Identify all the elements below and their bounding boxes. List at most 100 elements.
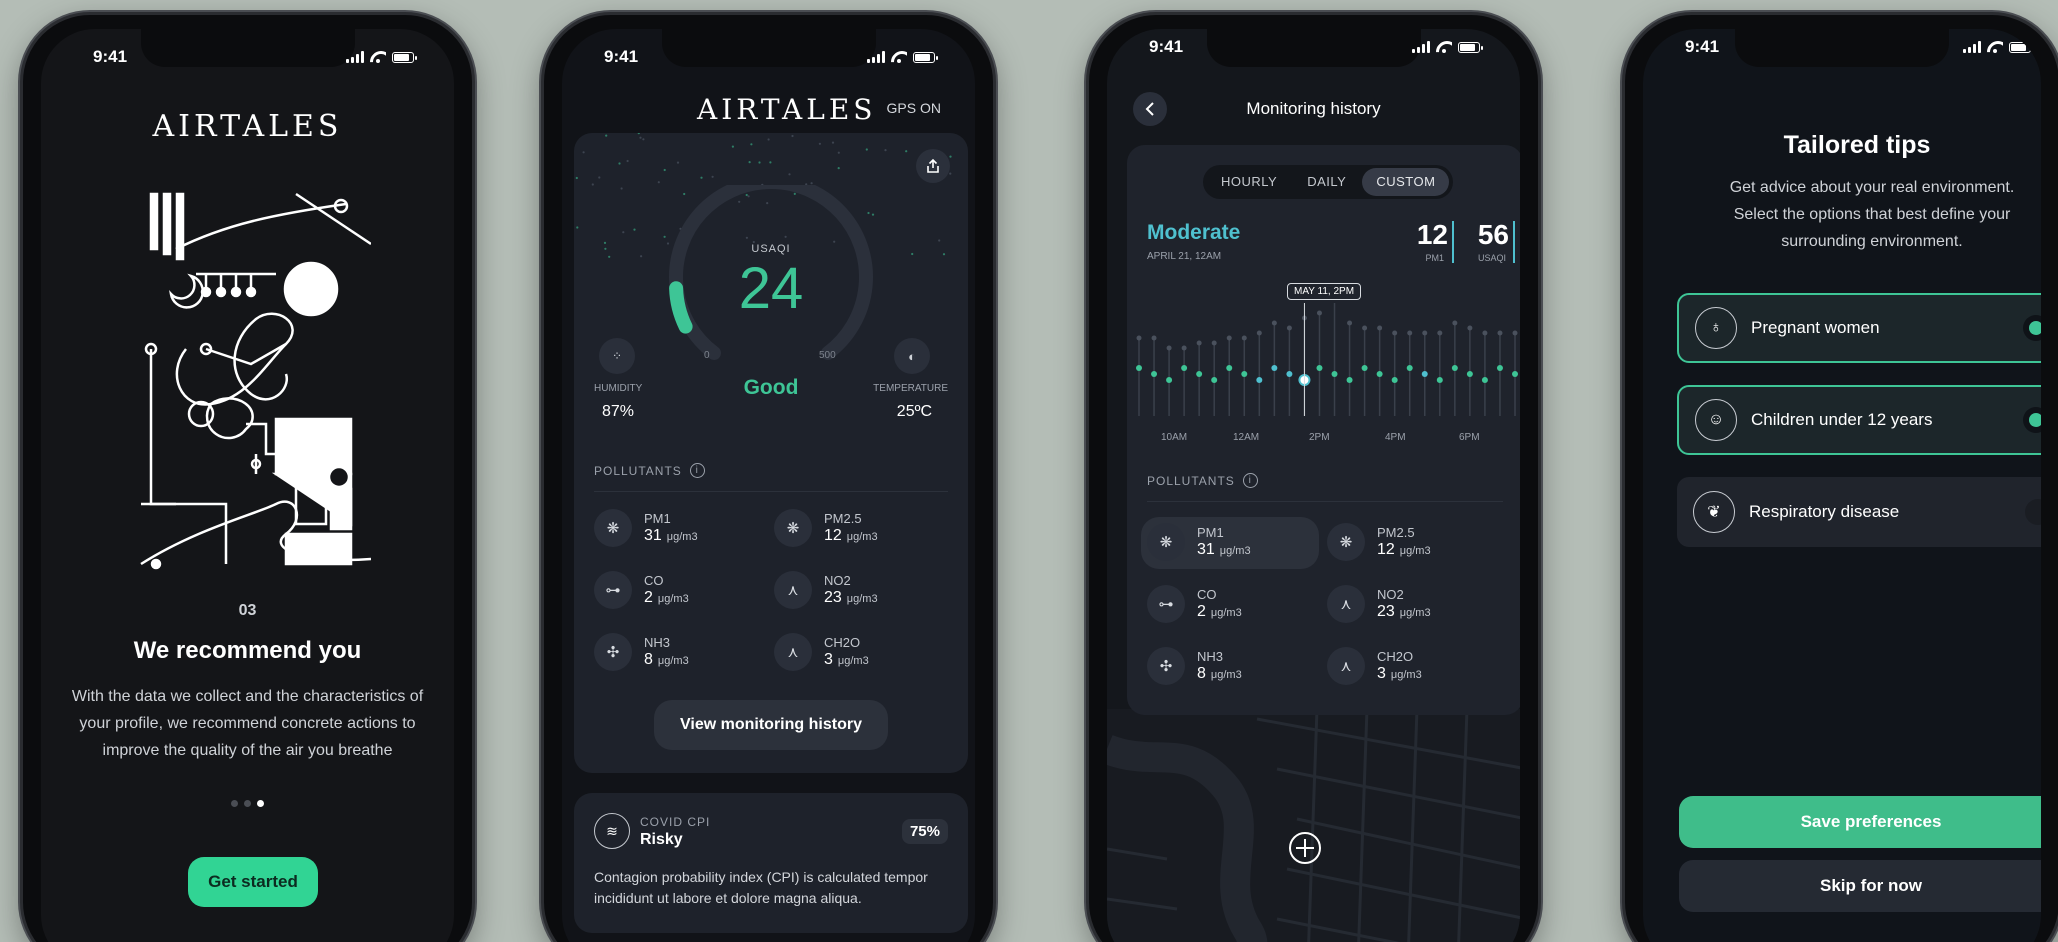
pollutant-item[interactable]: ✣ NH3 8 μg/m3 [1147, 647, 1327, 685]
chart-point-max [1316, 310, 1322, 316]
gps-status[interactable]: GPS ON [887, 100, 941, 116]
option-respiratory-disease[interactable]: ❦ Respiratory disease [1677, 477, 2041, 547]
option-children[interactable]: ☺ Children under 12 years [1677, 385, 2041, 455]
chart-point[interactable] [1451, 365, 1458, 371]
humidity-icon: ⁘ [599, 338, 635, 374]
pollutant-item[interactable]: ❋ PM2.5 12 μg/m3 [1327, 523, 1507, 561]
onboarding-title: We recommend you [133, 637, 362, 664]
chart-point-max [1407, 330, 1413, 336]
pollutant-item[interactable]: ⋏ CH2O 3 μg/m3 [1327, 647, 1507, 685]
chart-point[interactable] [1226, 365, 1233, 371]
chart-point[interactable] [1181, 365, 1188, 371]
save-preferences-button[interactable]: Save preferences [1679, 796, 2041, 848]
chart-point[interactable] [1241, 371, 1248, 377]
view-history-button[interactable]: View monitoring history [654, 700, 888, 750]
chart-point[interactable] [1196, 371, 1203, 377]
temperature-value: 25ºC [896, 403, 932, 420]
chart-point[interactable] [1512, 371, 1518, 377]
get-started-button[interactable]: Get started [188, 857, 318, 907]
chart-point[interactable] [1331, 371, 1338, 377]
covid-label: COVID CPI [640, 815, 711, 829]
pollutant-item[interactable]: ⊶ CO 2 μg/m3 [1147, 585, 1327, 623]
option-pregnant-women[interactable]: ♁ Pregnant women [1677, 293, 2041, 363]
chart-point-max [1196, 340, 1202, 346]
page-dot-active[interactable] [257, 800, 264, 807]
option-radio[interactable] [2023, 315, 2041, 341]
chart-point[interactable] [1256, 377, 1263, 383]
pollutant-value: 2 μg/m3 [1197, 603, 1242, 622]
pollutant-item[interactable]: ⊶ CO 2 μg/m3 [594, 571, 774, 609]
page-dot[interactable] [231, 800, 238, 807]
chart-point[interactable] [1316, 365, 1323, 371]
chart-point[interactable] [1211, 377, 1218, 383]
chart-point[interactable] [1136, 365, 1142, 371]
battery-icon [913, 51, 938, 63]
option-radio[interactable] [2023, 407, 2041, 433]
chart-point[interactable] [1481, 377, 1488, 383]
chart-point[interactable] [1376, 371, 1383, 377]
chart-point-max [1497, 330, 1503, 336]
info-icon[interactable]: i [689, 463, 705, 478]
star-dot [633, 228, 636, 231]
pollutant-value: 12 μg/m3 [824, 527, 878, 546]
pollutant-item[interactable]: ✣ NH3 8 μg/m3 [594, 633, 774, 671]
chart-point[interactable] [1391, 377, 1398, 383]
star-dot [642, 138, 645, 141]
pollutant-text: NO2 23 μg/m3 [1377, 587, 1431, 622]
battery-icon [392, 51, 417, 63]
pollutant-number: 2 [644, 588, 653, 606]
pollutant-item[interactable]: ❋ PM1 31 μg/m3 [1147, 523, 1327, 561]
onboarding-screen: 9:41 AIRTALES 03 We recommend you With t… [41, 29, 454, 942]
chart-point[interactable] [1466, 371, 1473, 377]
info-icon[interactable]: i [1242, 473, 1258, 488]
molecule-icon: ⋏ [1327, 647, 1365, 685]
chart-point-max [1512, 330, 1518, 336]
chart-point-max [1226, 335, 1232, 341]
tab-custom[interactable]: CUSTOM [1362, 168, 1450, 196]
tab-hourly[interactable]: HOURLY [1207, 168, 1291, 196]
chart-point[interactable] [1166, 377, 1173, 383]
pollutant-text: CO 2 μg/m3 [1197, 587, 1242, 622]
star-dot [865, 148, 868, 151]
star-dot [791, 134, 794, 138]
chart-point[interactable] [1361, 365, 1368, 371]
chart-point[interactable] [1286, 371, 1293, 377]
signal-icon [1963, 41, 1981, 53]
chart-point-max [1437, 330, 1443, 336]
pollutant-text: NH3 8 μg/m3 [644, 635, 689, 670]
pollutant-item[interactable]: ⋏ NO2 23 μg/m3 [774, 571, 954, 609]
humidity-value: 87% [602, 403, 635, 420]
phone-history: 9:41 Monitoring history HOURLY DAILY CUS… [1086, 12, 1541, 942]
share-button[interactable] [916, 149, 950, 183]
page-dot[interactable] [244, 800, 251, 807]
x-tick-label: 10AM [1161, 432, 1188, 443]
chart-point[interactable] [1346, 377, 1353, 383]
chart-point[interactable] [1496, 365, 1503, 371]
history-status: Moderate [1147, 221, 1241, 244]
page-indicator [41, 800, 454, 807]
chart-point[interactable] [1271, 365, 1278, 371]
chart-point[interactable] [1421, 371, 1428, 377]
x-tick-label: 2PM [1309, 432, 1330, 443]
aqi-card: USAQI 24 0 500 Good ⁘ HUMIDITY 87% ◐ TEM… [574, 133, 968, 773]
pollutant-item[interactable]: ❋ PM1 31 μg/m3 [594, 509, 774, 547]
pollutant-item[interactable]: ⋏ CH2O 3 μg/m3 [774, 633, 954, 671]
star-dot [837, 167, 840, 170]
location-marker[interactable] [1289, 832, 1321, 864]
pollutant-text: NO2 23 μg/m3 [824, 573, 878, 608]
chart-point[interactable] [1151, 371, 1158, 377]
pollutant-text: CO 2 μg/m3 [644, 573, 689, 608]
pollutant-item[interactable]: ⋏ NO2 23 μg/m3 [1327, 585, 1507, 623]
signal-icon [867, 51, 885, 63]
chart-point[interactable] [1436, 377, 1443, 383]
pollutant-name: CO [644, 572, 664, 588]
pollutants-heading-text: POLLUTANTS [594, 463, 682, 478]
star-dot [620, 187, 623, 190]
pollutant-name: PM2.5 [824, 510, 862, 526]
tab-daily[interactable]: DAILY [1293, 168, 1360, 196]
skip-button[interactable]: Skip for now [1679, 860, 2041, 912]
option-radio[interactable] [2025, 499, 2041, 525]
pollutant-item[interactable]: ❋ PM2.5 12 μg/m3 [774, 509, 954, 547]
range-tabs: HOURLY DAILY CUSTOM [1203, 165, 1454, 199]
chart-point[interactable] [1406, 365, 1413, 371]
